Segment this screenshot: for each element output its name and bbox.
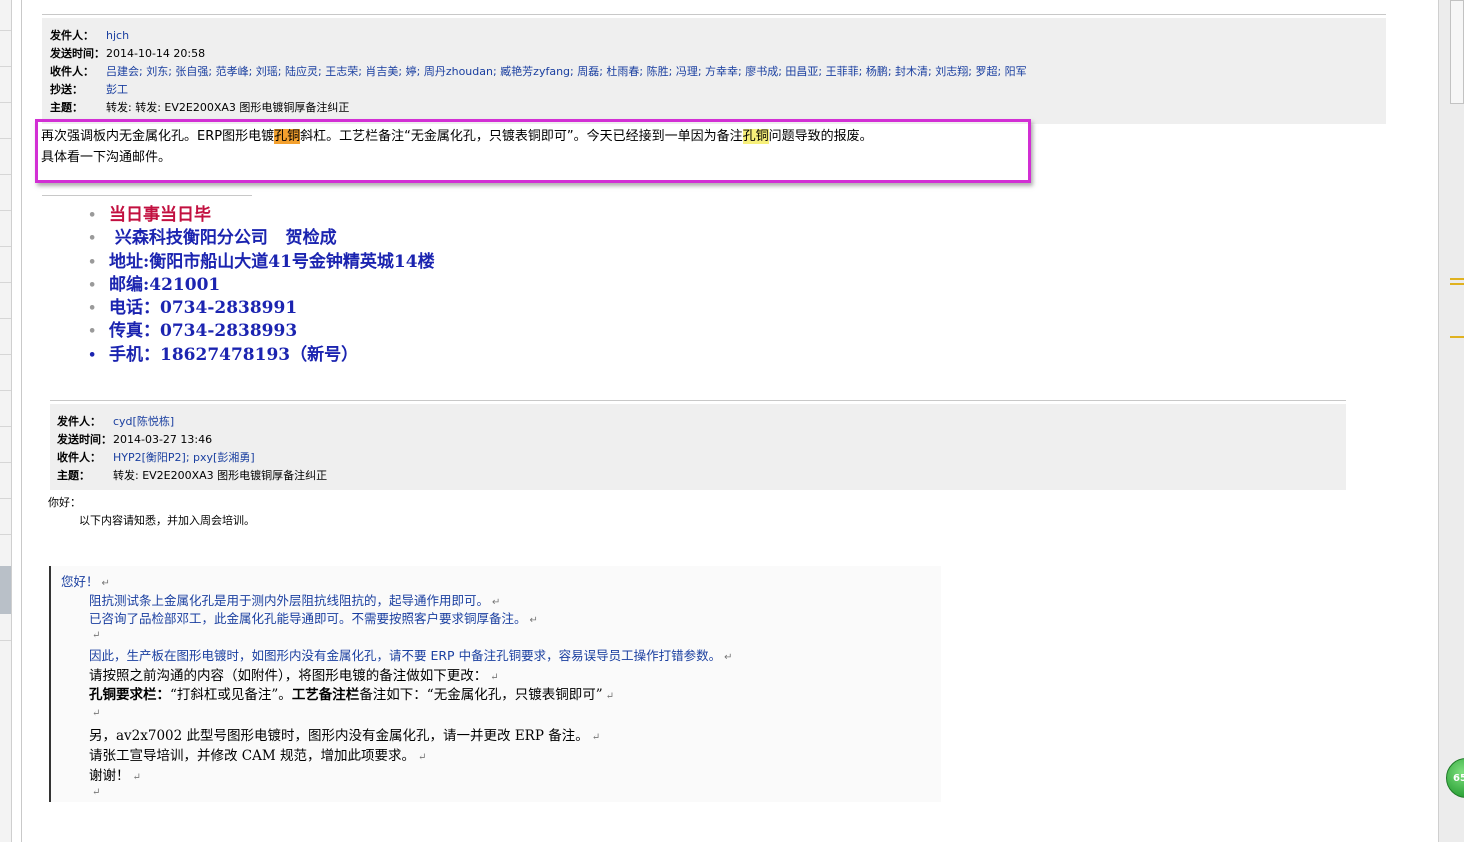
email-header-forwarded: 发件人： cyd[陈悦栋] 发送时间：2014-03-27 13:46 收件人： H… xyxy=(50,404,1346,490)
signature-block: 当日事当日毕 兴森科技衡阳分公司 贺检成 地址:衡阳市船山大道41号金钟精英城1… xyxy=(86,204,435,367)
quoted-line: 孔铜要求栏：“打斜杠或见备注”。工艺备注栏备注如下：“无金属化孔，只镀表铜即可”… xyxy=(89,687,615,703)
from-label: 发件人： xyxy=(57,415,101,428)
signature-mobile: 手机：18627478193（新号） xyxy=(86,344,435,368)
selected-mail-item[interactable] xyxy=(0,566,11,614)
scrollbar-thumb[interactable] xyxy=(1450,0,1464,104)
from-label: 发件人： xyxy=(50,29,94,42)
forwarded-greeting: 你好： 以下内容请知悉，并加入周会培训。 xyxy=(48,494,255,530)
annotation-highlight-box xyxy=(35,119,1031,183)
paragraph-mark: ↵ xyxy=(92,787,101,798)
scroll-marker xyxy=(1450,283,1464,285)
signature-divider xyxy=(42,195,252,196)
intro-line: 以下内容请知悉，并加入周会培训。 xyxy=(79,514,255,527)
quoted-line: 谢谢！ ↵ xyxy=(89,768,141,784)
subject: 转发: 转发: EV2E200XA3 图形电镀铜厚备注纠正 xyxy=(106,101,350,114)
left-panel-strip xyxy=(0,0,12,842)
paragraph-mark: ↵ xyxy=(92,630,101,641)
recipients-list[interactable]: 吕建会; 刘东; 张自强; 范孝峰; 刘瑶; 陆应灵; 王志荣; 肖吉美; 婷;… xyxy=(106,65,1027,78)
cc-label: 抄送： xyxy=(50,83,83,96)
subject-label: 主题： xyxy=(57,469,90,482)
signature-phone: 电话：0734-2838991 xyxy=(86,297,435,321)
paragraph-mark: ↵ xyxy=(92,708,101,719)
quoted-message-image: 您好！ ↵ 阻抗测试条上金属化孔是用于测内外层阻抗线阻抗的，起导通作用即可。 ↵ 已… xyxy=(49,566,941,802)
sender-link[interactable]: cyd[陈悦栋] xyxy=(113,415,174,428)
sent-time-label: 发送时间： xyxy=(50,47,105,60)
divider xyxy=(42,14,1386,15)
to-label: 收件人： xyxy=(50,65,94,78)
signature-motto: 当日事当日毕 xyxy=(86,204,435,228)
email-header-latest: 发件人： hjch 发送时间：2014-10-14 20:58 收件人： 吕建会; … xyxy=(42,18,1386,124)
quoted-line: 您好！ ↵ xyxy=(61,574,110,589)
signature-company: 兴森科技衡阳分公司 贺检成 xyxy=(86,227,435,251)
quoted-line: 另，av2x7002 此型号图形电镀时，图形内没有金属化孔，请一并更改 ERP … xyxy=(89,728,601,744)
quoted-line: 请张工宣导培训，并修改 CAM 规范，增加此项要求。 ↵ xyxy=(89,748,427,764)
subject: 转发: EV2E200XA3 图形电镀铜厚备注纠正 xyxy=(113,469,328,482)
pane-divider[interactable] xyxy=(21,0,22,842)
scroll-marker xyxy=(1450,278,1464,280)
signature-fax: 传真：0734-2838993 xyxy=(86,320,435,344)
signature-address: 地址:衡阳市船山大道41号金钟精英城14楼 xyxy=(86,251,435,275)
to-label: 收件人： xyxy=(57,451,101,464)
recipients-list[interactable]: HYP2[衡阳P2]; pxy[彭湘勇] xyxy=(113,451,255,464)
sent-time: 2014-10-14 20:58 xyxy=(106,47,206,60)
sent-time-label: 发送时间： xyxy=(57,433,112,446)
quoted-line: 请按照之前沟通的内容（如附件），将图形电镀的备注做如下更改： ↵ xyxy=(89,668,499,684)
scroll-marker xyxy=(1450,336,1464,338)
subject-label: 主题： xyxy=(50,101,83,114)
greeting-line: 你好： xyxy=(48,496,81,509)
quoted-line: 已咨询了品检部邓工，此金属化孔能导通即可。不需要按照客户要求铜厚备注。 ↵ xyxy=(89,611,538,626)
quoted-line: 阻抗测试条上金属化孔是用于测内外层阻抗线阻抗的，起导通作用即可。 ↵ xyxy=(89,593,501,608)
cc-link[interactable]: 彭工 xyxy=(106,83,128,96)
vertical-scrollbar[interactable] xyxy=(1438,0,1464,842)
signature-postcode: 邮编:421001 xyxy=(86,274,435,298)
quoted-line: 因此，生产板在图形电镀时，如图形内没有金属化孔，请不要 ERP 中备注孔铜要求，… xyxy=(89,648,733,663)
sender-link[interactable]: hjch xyxy=(106,29,129,42)
divider xyxy=(50,400,1346,401)
sent-time: 2014-03-27 13:46 xyxy=(113,433,213,446)
